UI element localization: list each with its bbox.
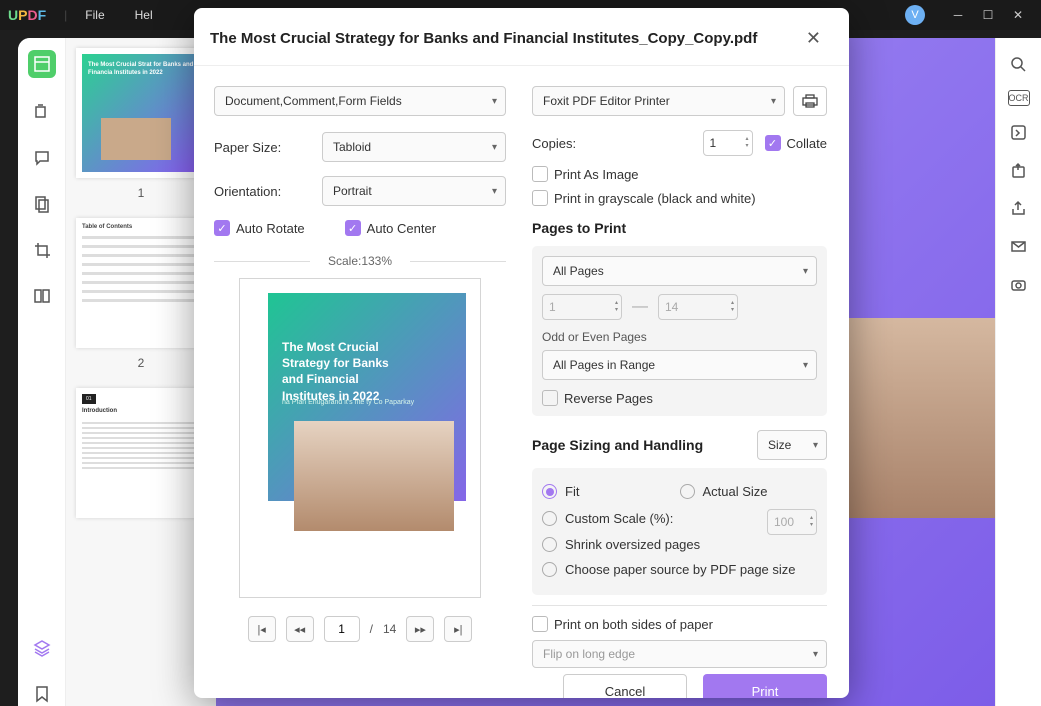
range-from-input[interactable]: 1 bbox=[542, 294, 622, 320]
thumb-number: 2 bbox=[76, 356, 206, 370]
print-preview: The Most Crucial Strategy for Banks and … bbox=[239, 278, 481, 598]
first-page-button[interactable]: |◂ bbox=[248, 616, 276, 642]
flip-select[interactable]: Flip on long edge bbox=[532, 640, 827, 668]
duplex-checkbox[interactable]: Print on both sides of paper bbox=[532, 616, 827, 632]
print-as-image-checkbox[interactable]: Print As Image bbox=[532, 166, 827, 182]
copies-label: Copies: bbox=[532, 136, 703, 151]
tool-edit-icon[interactable] bbox=[30, 100, 54, 124]
pages-to-print-title: Pages to Print bbox=[532, 220, 827, 236]
auto-rotate-checkbox[interactable]: ✓Auto Rotate bbox=[214, 220, 305, 236]
paper-size-label: Paper Size: bbox=[214, 140, 322, 155]
dialog-close-button[interactable]: ✕ bbox=[802, 24, 825, 53]
tool-comment-icon[interactable] bbox=[30, 146, 54, 170]
range-to-input[interactable]: 14 bbox=[658, 294, 738, 320]
paper-size-select[interactable]: Tabloid bbox=[322, 132, 506, 162]
scale-label: Scale:133% bbox=[214, 254, 506, 268]
odd-even-select[interactable]: All Pages in Range bbox=[542, 350, 817, 380]
tool-crop-icon[interactable] bbox=[30, 238, 54, 262]
page-total: 14 bbox=[383, 622, 396, 636]
collate-checkbox[interactable]: ✓Collate bbox=[765, 135, 827, 151]
app-logo: UPDF bbox=[8, 7, 46, 23]
tool-compare-icon[interactable] bbox=[30, 284, 54, 308]
printer-properties-button[interactable] bbox=[793, 86, 827, 116]
sizing-title: Page Sizing and Handling bbox=[532, 437, 703, 453]
search-icon[interactable] bbox=[1007, 52, 1031, 76]
thumbnail-page-1[interactable]: The Most Crucial Strat for Banks and Fin… bbox=[76, 48, 206, 178]
orientation-select[interactable]: Portrait bbox=[322, 176, 506, 206]
paper-source-radio[interactable]: Choose paper source by PDF page size bbox=[542, 562, 817, 577]
cancel-button[interactable]: Cancel bbox=[563, 674, 687, 698]
menu-help[interactable]: Hel bbox=[135, 8, 153, 22]
maximize-button[interactable]: ☐ bbox=[973, 0, 1003, 30]
share-icon[interactable] bbox=[1007, 196, 1031, 220]
custom-scale-input[interactable]: 100 bbox=[767, 509, 817, 535]
thumb-number: 1 bbox=[76, 186, 206, 200]
thumbnail-page-3[interactable]: 01 Introduction bbox=[76, 388, 206, 518]
last-page-button[interactable]: ▸| bbox=[444, 616, 472, 642]
mail-icon[interactable] bbox=[1007, 234, 1031, 258]
orientation-label: Orientation: bbox=[214, 184, 322, 199]
auto-center-checkbox[interactable]: ✓Auto Center bbox=[345, 220, 436, 236]
sizing-select[interactable]: Size bbox=[757, 430, 827, 460]
avatar[interactable]: V bbox=[905, 5, 925, 25]
thumbnail-page-2[interactable]: Table of Contents bbox=[76, 218, 206, 348]
prev-page-button[interactable]: ◂◂ bbox=[286, 616, 314, 642]
printer-select[interactable]: Foxit PDF Editor Printer bbox=[532, 86, 785, 116]
print-button[interactable]: Print bbox=[703, 674, 827, 698]
page-range-select[interactable]: All Pages bbox=[542, 256, 817, 286]
copies-input[interactable]: 1 bbox=[703, 130, 753, 156]
minimize-button[interactable]: ─ bbox=[943, 0, 973, 30]
menu-file[interactable]: File bbox=[85, 8, 104, 22]
dialog-title: The Most Crucial Strategy for Banks and … bbox=[210, 30, 802, 47]
custom-scale-radio[interactable]: Custom Scale (%): bbox=[542, 511, 767, 526]
content-select[interactable]: Document,Comment,Form Fields bbox=[214, 86, 506, 116]
actual-size-radio[interactable]: Actual Size bbox=[680, 484, 818, 499]
odd-even-label: Odd or Even Pages bbox=[542, 330, 817, 344]
camera-icon[interactable] bbox=[1007, 272, 1031, 296]
close-button[interactable]: ✕ bbox=[1003, 0, 1033, 30]
fit-radio[interactable]: Fit bbox=[542, 484, 680, 499]
shrink-radio[interactable]: Shrink oversized pages bbox=[542, 537, 817, 552]
print-grayscale-checkbox[interactable]: Print in grayscale (black and white) bbox=[532, 190, 827, 206]
tool-page-icon[interactable] bbox=[30, 192, 54, 216]
thumbnails-icon[interactable] bbox=[28, 50, 56, 78]
convert-icon[interactable] bbox=[1007, 120, 1031, 144]
export-icon[interactable] bbox=[1007, 158, 1031, 182]
ocr-icon[interactable]: OCR bbox=[1008, 90, 1030, 106]
preview-pager: |◂ ◂◂ / 14 ▸▸ ▸| bbox=[214, 616, 506, 642]
print-dialog: The Most Crucial Strategy for Banks and … bbox=[194, 8, 849, 698]
bookmark-icon[interactable] bbox=[30, 682, 54, 706]
right-toolbar: OCR bbox=[995, 38, 1041, 706]
layers-icon[interactable] bbox=[30, 636, 54, 660]
page-input[interactable] bbox=[324, 616, 360, 642]
next-page-button[interactable]: ▸▸ bbox=[406, 616, 434, 642]
reverse-pages-checkbox[interactable]: Reverse Pages bbox=[542, 390, 817, 406]
left-toolbar bbox=[18, 38, 66, 706]
